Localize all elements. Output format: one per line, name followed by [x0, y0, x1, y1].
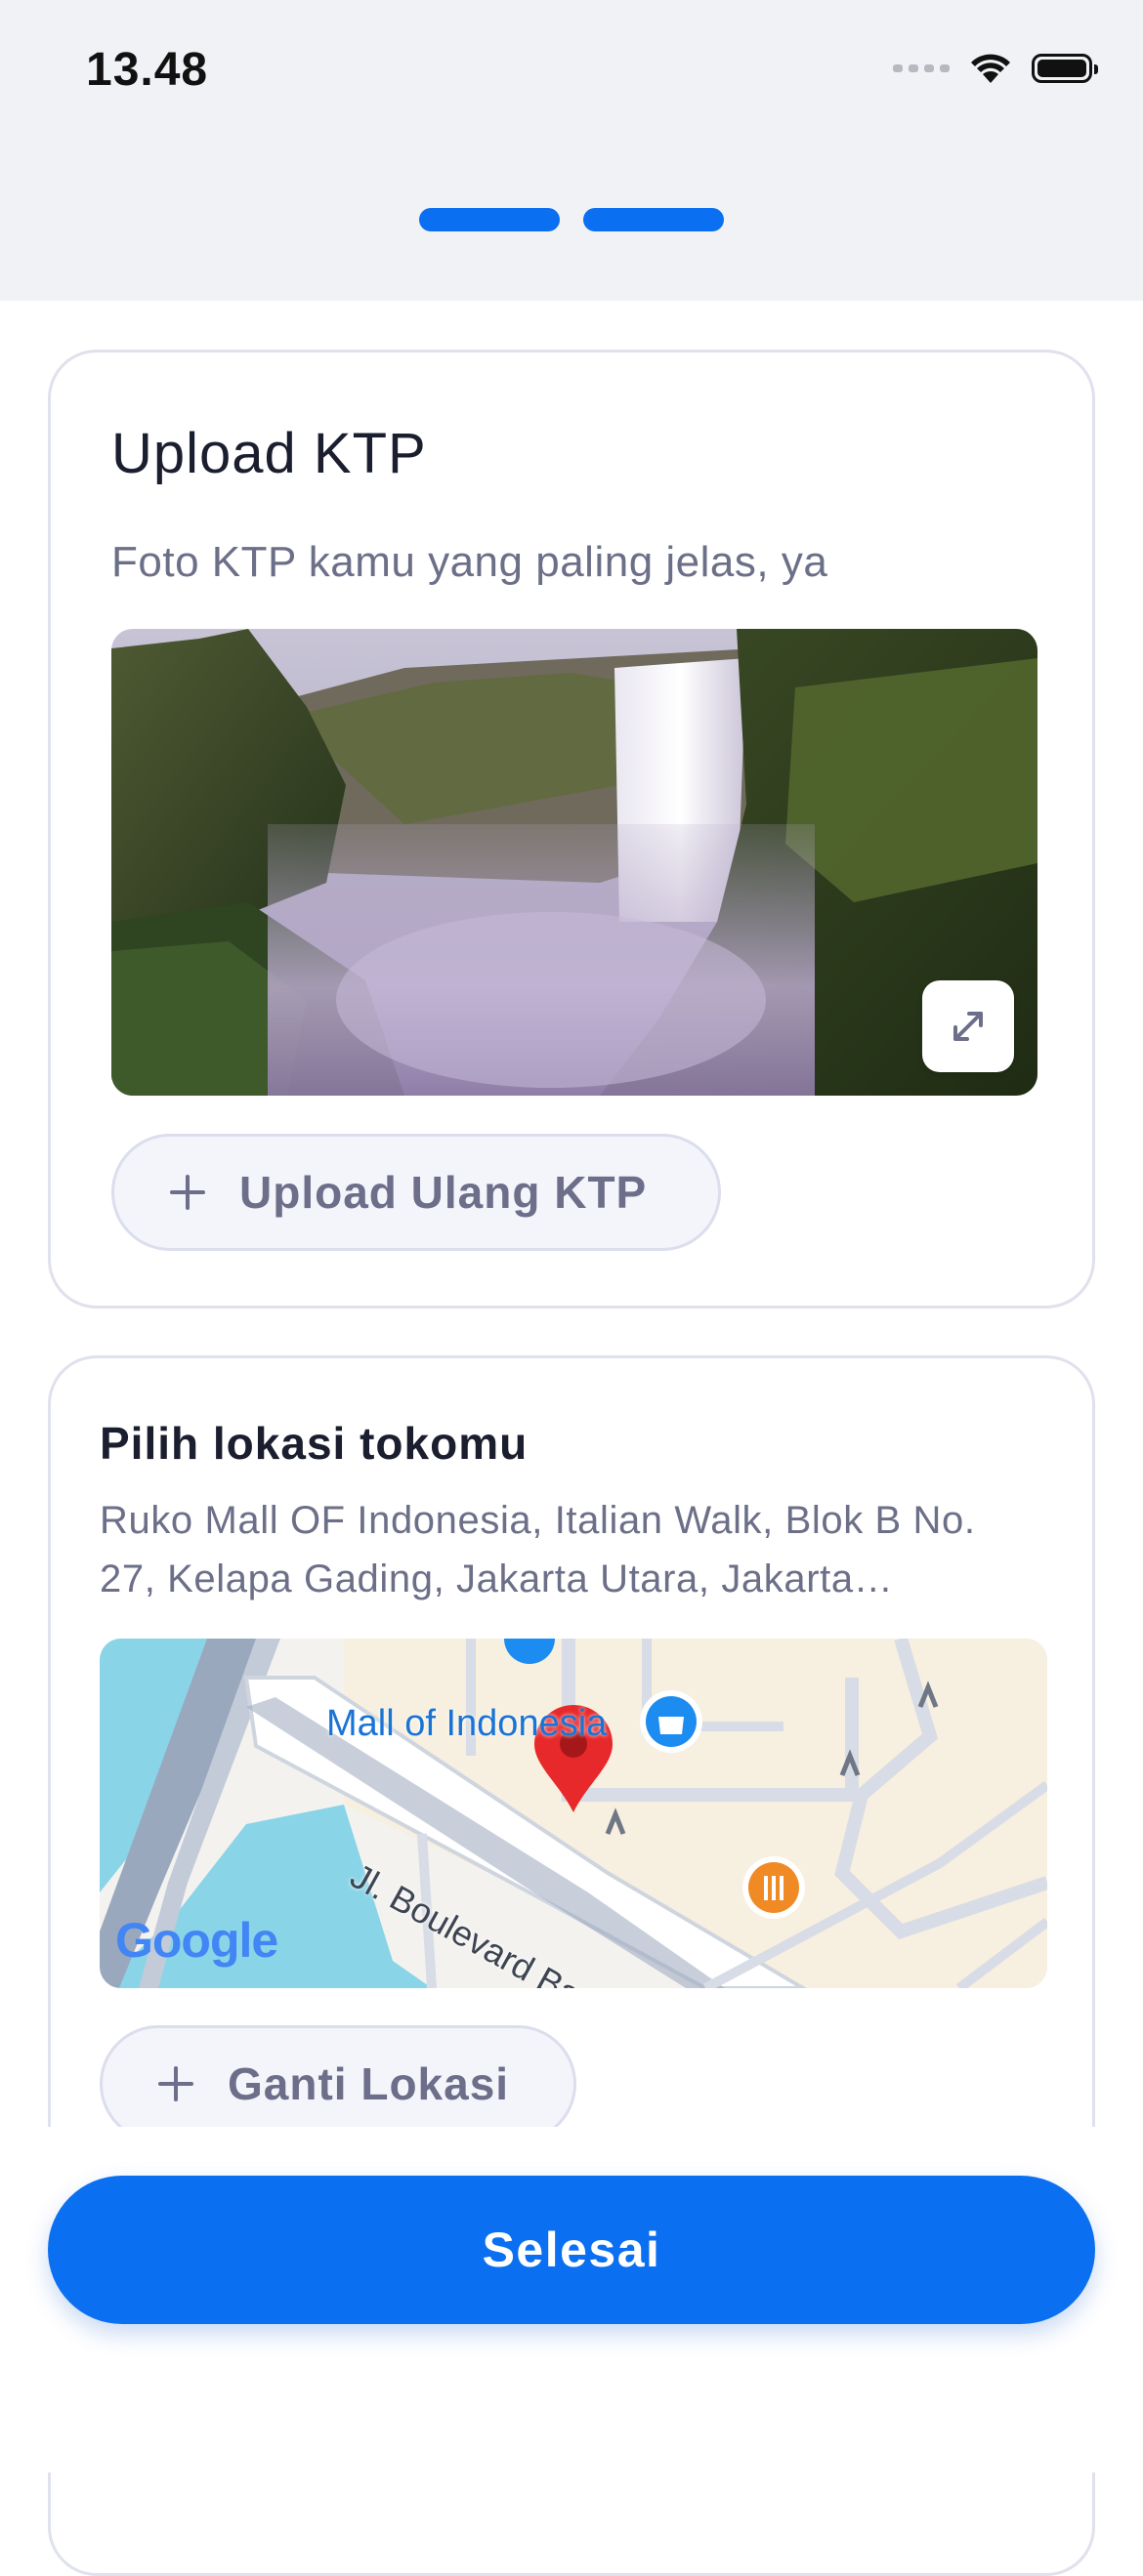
- footer-bar: Selesai: [0, 2127, 1143, 2472]
- wifi-icon: [971, 54, 1010, 83]
- location-title: Pilih lokasi tokomu: [100, 1418, 529, 1469]
- ktp-title: Upload KTP: [111, 422, 427, 485]
- expand-photo-button[interactable]: [922, 980, 1014, 1072]
- ktp-photo-image: [111, 629, 1037, 1096]
- plus-icon: [169, 1174, 206, 1211]
- ktp-subtitle: Foto KTP kamu yang paling jelas, ya: [111, 538, 828, 586]
- ktp-photo-preview[interactable]: [111, 629, 1037, 1096]
- change-location-button[interactable]: Ganti Lokasi: [100, 2025, 576, 2142]
- battery-icon: [1032, 54, 1098, 83]
- top-header: 13.48: [0, 0, 1143, 301]
- reupload-ktp-label: Upload Ulang KTP: [239, 1167, 648, 1218]
- reupload-ktp-button[interactable]: Upload Ulang KTP: [111, 1134, 721, 1251]
- change-location-label: Ganti Lokasi: [228, 2058, 510, 2109]
- map-place-label: Mall of Indonesia: [326, 1703, 608, 1744]
- status-icons: [893, 49, 1098, 88]
- progress-step-2: [583, 208, 724, 231]
- plus-icon: [157, 2065, 194, 2102]
- status-time: 13.48: [86, 44, 209, 96]
- submit-button[interactable]: Selesai: [48, 2176, 1095, 2324]
- progress-steps: [0, 208, 1143, 231]
- location-map[interactable]: Mall of Indonesia Jl. Boulevard Bar. Ray…: [100, 1639, 1047, 1988]
- expand-icon: [953, 1012, 983, 1041]
- progress-step-1: [419, 208, 560, 231]
- location-address: Ruko Mall OF Indonesia, Italian Walk, Bl…: [100, 1499, 976, 1600]
- google-logo: Google: [115, 1913, 278, 1968]
- cellular-signal-icon: [893, 64, 950, 72]
- ktp-upload-card: Upload KTP Foto KTP kamu yang paling jel…: [48, 350, 1095, 1309]
